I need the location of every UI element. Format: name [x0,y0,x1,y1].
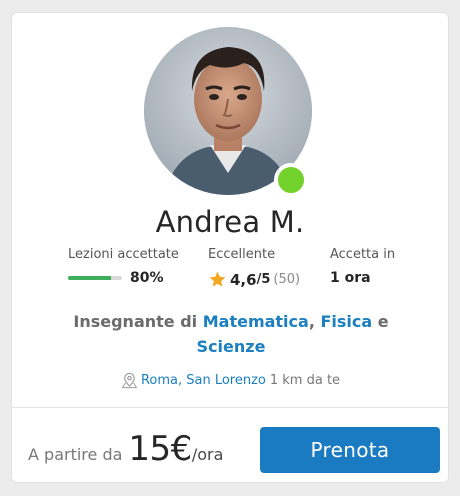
location-line: Roma, San Lorenzo 1 km da te [12,371,448,390]
stat-lessons-value: 80% [130,270,164,286]
price-unit: /ora [191,445,224,464]
subjects-line: Insegnante di Matematica, Fisica e Scien… [52,309,410,359]
price-block: A partire da 15€ /ora [28,429,223,469]
subjects-prefix: Insegnante di [73,312,198,331]
rating-scale: /5 [256,272,271,287]
stat-lessons: Lezioni accettate 80% [68,247,179,286]
stat-rating-label: Eccellente [208,247,276,262]
stat-rating: Eccellente 4,6 /5 (50) [208,247,300,289]
stat-response: Accetta in 1 ora [330,247,395,286]
teacher-card[interactable]: Andrea M. Lezioni accettate 80% Eccellen… [11,12,449,483]
reviews-count[interactable]: (50) [273,272,300,287]
profile-photo-container [144,27,316,199]
subjects-separator: , [308,312,315,331]
map-pin-icon [121,372,137,389]
online-status-indicator [274,163,308,197]
divider [12,407,448,408]
rating-score: 4,6 [230,270,257,289]
stat-lessons-label: Lezioni accettate [68,247,179,262]
location-distance: 1 km da te [269,373,341,388]
subject-link[interactable]: Scienze [197,337,266,356]
price-amount: 15€ [128,429,192,469]
book-button[interactable]: Prenota [260,427,440,473]
lessons-progress-fill [68,276,112,280]
stat-response-value: 1 ora [330,270,371,286]
subject-link[interactable]: Fisica [320,312,372,331]
teacher-name[interactable]: Andrea M. [12,205,448,239]
star-icon [209,271,226,287]
subjects-conjunction: e [377,312,389,331]
location-link[interactable]: Roma, San Lorenzo [141,373,266,388]
stat-response-label: Accetta in [330,247,396,262]
subject-link[interactable]: Matematica [203,312,309,331]
price-prefix: A partire da [28,445,123,464]
lessons-progress-bar [68,276,122,280]
